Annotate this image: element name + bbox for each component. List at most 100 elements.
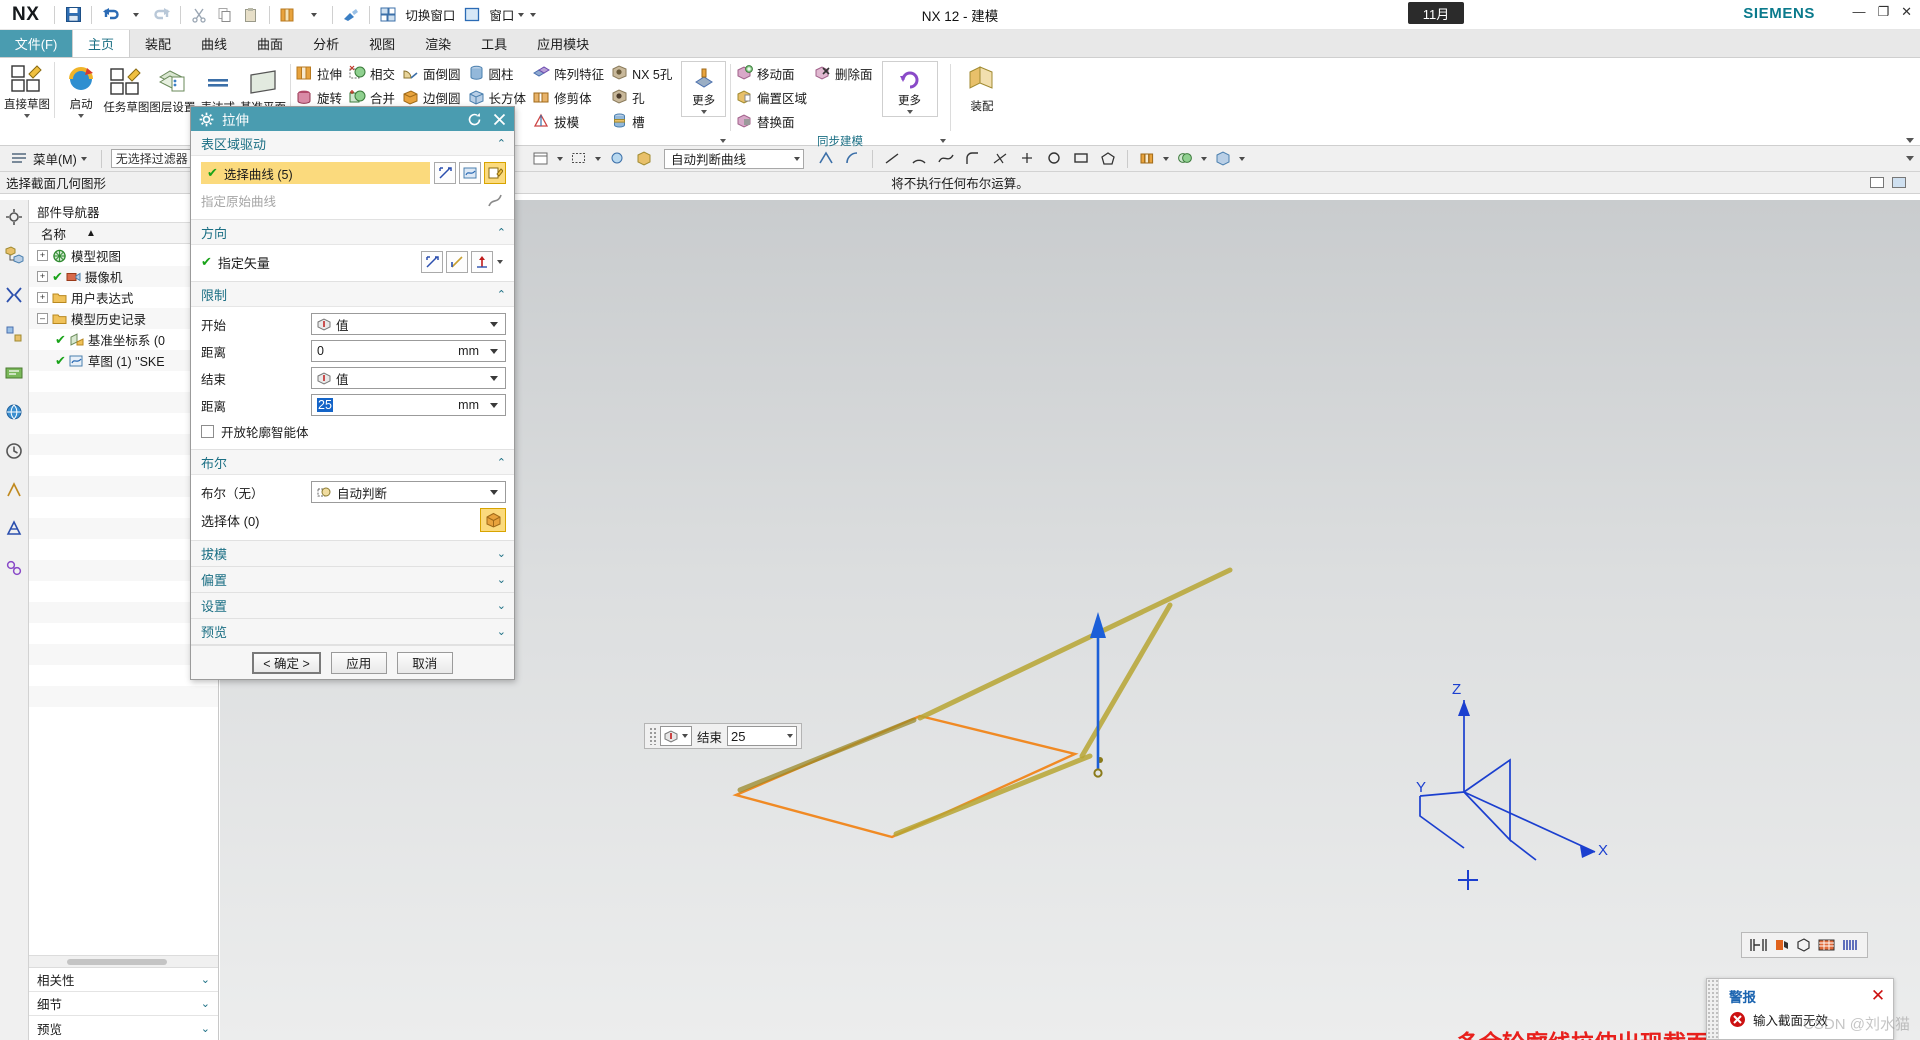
chevron-down-icon[interactable]: ⌄ <box>201 973 210 986</box>
view-display-toolbar[interactable] <box>1741 932 1868 958</box>
process-studio-icon[interactable] <box>3 479 25 501</box>
wireframe-view-icon[interactable] <box>1796 938 1811 952</box>
extrude-icon[interactable] <box>275 3 301 27</box>
part-navigator-icon[interactable] <box>3 245 25 267</box>
chevron-down-icon[interactable]: ⌄ <box>497 547 506 560</box>
unite-quick-icon[interactable] <box>1174 149 1196 169</box>
sort-ascending-icon[interactable]: ▲ <box>86 228 96 239</box>
chevron-down-icon[interactable] <box>1201 156 1207 161</box>
chevron-down-icon[interactable]: ⌄ <box>497 599 506 612</box>
chevron-down-icon[interactable] <box>490 321 498 327</box>
select-body-button[interactable] <box>480 508 506 532</box>
vector-dialog-button[interactable] <box>446 251 468 273</box>
sync-group-expand-icon[interactable] <box>940 139 946 143</box>
tab-analysis[interactable]: 分析 <box>298 29 354 57</box>
section-header-settings[interactable]: 设置 ⌄ <box>191 593 514 618</box>
section-header-boolean[interactable]: 布尔 ⌃ <box>191 450 514 475</box>
cancel-button[interactable]: 取消 <box>396 651 453 674</box>
section-header-preview[interactable]: 预览 ⌄ <box>191 619 514 644</box>
arc-icon[interactable] <box>908 149 930 169</box>
ribbon-extrude-button[interactable]: 拉伸 <box>294 61 347 85</box>
chevron-down-icon[interactable]: ⌄ <box>497 625 506 638</box>
tab-home[interactable]: 主页 <box>72 29 131 57</box>
maximize-button[interactable]: ❐ <box>1877 4 1889 20</box>
switch-window-icon[interactable] <box>375 3 401 27</box>
paste-icon[interactable] <box>238 3 264 27</box>
end-limit-dropdown[interactable]: 值 <box>311 367 506 389</box>
face-select-icon[interactable] <box>633 149 655 169</box>
chevron-down-icon[interactable] <box>1163 156 1169 161</box>
vector-constructor-button[interactable] <box>421 251 443 273</box>
sketch-section-button[interactable] <box>459 162 481 184</box>
menu-button[interactable]: 菜单(M) <box>6 147 92 170</box>
ribbon-pattern-feature-button[interactable]: 阵列特征 <box>531 61 609 85</box>
entire-assembly-icon[interactable] <box>530 149 552 169</box>
navigator-horizontal-scrollbar[interactable] <box>29 955 218 967</box>
chevron-up-icon[interactable]: ⌃ <box>497 288 506 301</box>
chevron-up-icon[interactable]: ⌃ <box>497 456 506 469</box>
fillet-curve-icon[interactable] <box>962 149 984 169</box>
curve-rule-dropdown[interactable]: 自动判断曲线 <box>664 148 804 169</box>
navigator-section-dependencies[interactable]: 相关性 ⌄ <box>29 968 218 992</box>
select-curve-field[interactable]: ✔ 选择曲线 (5) <box>201 162 430 184</box>
close-icon[interactable] <box>490 110 508 128</box>
chevron-down-icon[interactable] <box>24 114 30 118</box>
checkmark-icon[interactable]: ✔ <box>55 353 66 369</box>
tab-render[interactable]: 渲染 <box>410 29 466 57</box>
constraint-navigator-icon[interactable] <box>3 284 25 306</box>
handle-limit-type-dropdown[interactable] <box>660 726 692 746</box>
drag-grip-icon[interactable] <box>649 727 657 745</box>
tab-curve[interactable]: 曲线 <box>186 29 242 57</box>
line-icon[interactable] <box>881 149 903 169</box>
feature-group-expand-icon[interactable] <box>720 139 726 143</box>
collapse-toggle-icon[interactable]: – <box>37 313 48 324</box>
alert-drag-grip[interactable] <box>1707 979 1719 1039</box>
window-icon[interactable] <box>459 3 485 27</box>
expand-toggle-icon[interactable]: + <box>37 292 48 303</box>
window-menu-button[interactable]: 窗口 <box>485 3 540 27</box>
save-icon[interactable] <box>60 3 86 27</box>
extrude-dropdown-icon[interactable] <box>301 3 327 27</box>
follow-fillet-icon[interactable] <box>842 149 864 169</box>
apply-button[interactable]: 应用 <box>330 651 387 674</box>
chevron-down-icon[interactable] <box>682 734 688 738</box>
handle-distance-input[interactable]: 25 <box>727 726 798 746</box>
undo-dropdown-icon[interactable] <box>123 3 149 27</box>
redo-icon[interactable] <box>149 3 175 27</box>
ribbon-move-face-button[interactable]: 移动面 <box>734 61 812 85</box>
chevron-down-icon[interactable] <box>794 156 800 161</box>
shaded-view-icon[interactable] <box>1774 938 1789 952</box>
checkmark-icon[interactable]: ✔ <box>52 269 63 285</box>
chevron-down-icon[interactable] <box>78 114 85 118</box>
copy-icon[interactable] <box>212 3 238 27</box>
section-view-icon[interactable] <box>1750 938 1767 952</box>
navigator-section-preview[interactable]: 预览 ⌄ <box>29 1016 218 1040</box>
chevron-down-icon[interactable] <box>80 156 87 161</box>
ribbon-layer-settings-button[interactable]: 图层设置 <box>149 64 195 115</box>
grid-view-icon[interactable] <box>1818 938 1835 952</box>
select-rectangle-icon[interactable] <box>568 149 590 169</box>
ribbon-feature-more-button[interactable]: 更多 <box>681 61 726 117</box>
minimize-button[interactable]: — <box>1852 4 1865 20</box>
chevron-down-icon[interactable] <box>700 110 707 114</box>
chevron-down-icon[interactable] <box>490 375 498 381</box>
ribbon-hole-button[interactable]: 孔 <box>609 85 677 109</box>
overflow-chevron-icon[interactable] <box>530 12 537 17</box>
chevron-down-icon[interactable] <box>1239 156 1245 161</box>
ribbon-face-blend-button[interactable]: 面倒圆 <box>400 61 466 85</box>
snap-point-icon[interactable] <box>606 149 628 169</box>
ribbon-direct-sketch-button[interactable]: 直接草图 <box>4 61 50 118</box>
tab-assembly[interactable]: 装配 <box>130 29 186 57</box>
open-profile-checkbox[interactable] <box>201 425 214 438</box>
curve-rule-button[interactable] <box>434 162 456 184</box>
cut-icon[interactable] <box>186 3 212 27</box>
start-distance-input[interactable]: 0 mm <box>311 340 506 362</box>
expand-toggle-icon[interactable]: + <box>37 271 48 282</box>
extrude-dialog[interactable]: 拉伸 表区域驱动 ⌃ ✔ 选择曲线 (5) 指定原始曲线 方向 ⌃ ✔ 指定矢量… <box>190 106 515 680</box>
chevron-down-icon[interactable]: ⌄ <box>201 1022 210 1035</box>
vector-dropdown-button[interactable] <box>494 251 506 273</box>
tab-view[interactable]: 视图 <box>354 29 410 57</box>
open-profile-row[interactable]: 开放轮廓智能体 <box>201 422 506 441</box>
chevron-down-icon[interactable] <box>557 156 563 161</box>
reset-icon[interactable] <box>465 110 483 128</box>
